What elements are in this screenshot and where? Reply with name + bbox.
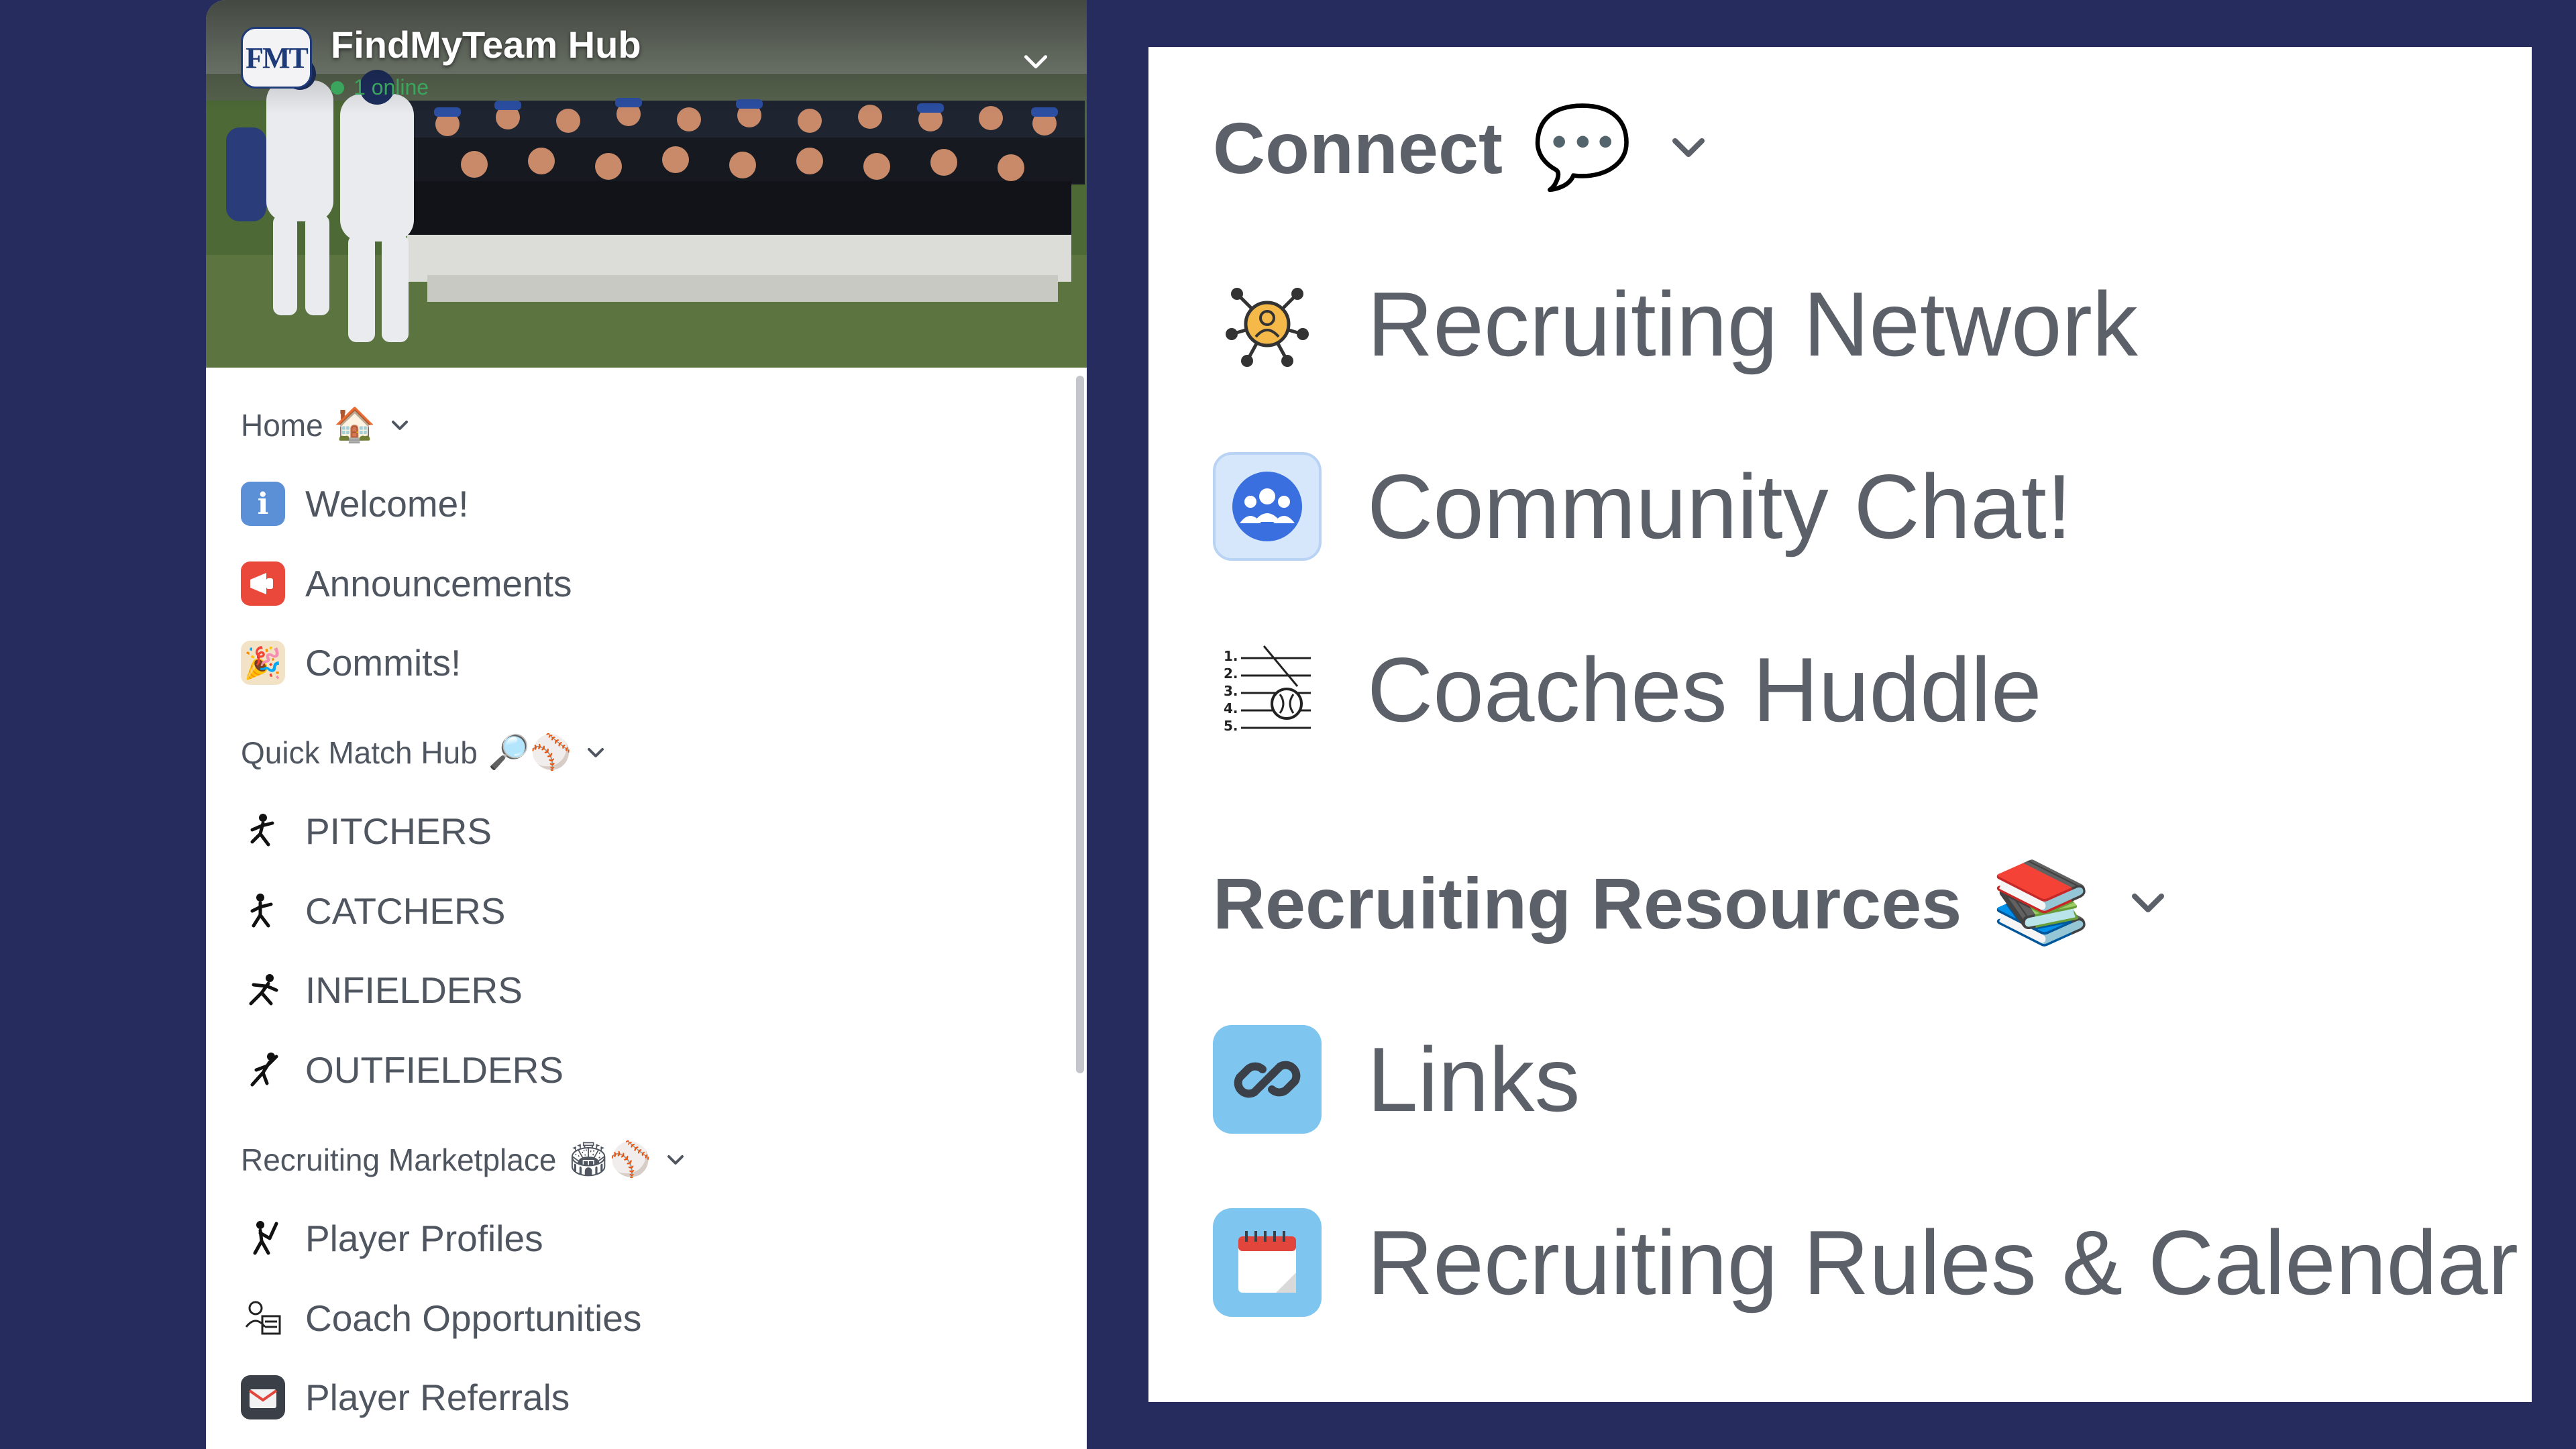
outfielder-icon — [241, 1048, 285, 1092]
channel-player-profiles[interactable]: Player Profiles — [241, 1216, 543, 1260]
channel-recruiting-rules-calendar[interactable]: Recruiting Rules & Calendar — [1213, 1208, 2518, 1317]
chevron-down-icon — [2131, 894, 2164, 912]
category-label: Connect — [1213, 107, 1503, 189]
community-chat-icon — [1213, 452, 1322, 561]
channel-coaches-huddle[interactable]: 1. 2. 3. 4. 5. Coaches Huddle — [1213, 635, 2042, 744]
channel-recruiting-network[interactable]: Recruiting Network — [1213, 270, 2138, 378]
magnifier-baseball-icon: 🔎⚾ — [488, 733, 572, 771]
party-icon: 🎉 — [241, 641, 285, 685]
channel-label: Player Referrals — [305, 1377, 570, 1418]
channel-coach-opportunities[interactable]: Coach Opportunities — [241, 1296, 641, 1340]
channel-label: INFIELDERS — [305, 969, 523, 1011]
category-label: Quick Match Hub — [241, 735, 478, 770]
channel-welcome[interactable]: i Welcome! — [241, 482, 469, 526]
channel-label: Coaches Huddle — [1367, 639, 2042, 741]
channel-label: Coach Opportunities — [305, 1297, 642, 1339]
channel-community-chat[interactable]: Community Chat! — [1213, 452, 2072, 561]
online-text: 1 online — [354, 75, 429, 99]
channel-label: Recruiting Network — [1367, 273, 2138, 375]
channel-links[interactable]: Links — [1213, 1025, 1580, 1134]
chevron-down-icon — [588, 747, 604, 757]
chevron-down-icon — [667, 1155, 684, 1165]
speech-bubble-icon: 💬 — [1532, 102, 1633, 192]
online-dot-icon — [331, 80, 344, 95]
channel-outfielders[interactable]: OUTFIELDERS — [241, 1048, 564, 1092]
catcher-icon — [241, 889, 285, 933]
svg-text:3.: 3. — [1224, 683, 1238, 699]
channel-label: CATCHERS — [305, 890, 506, 932]
mail-icon — [241, 1375, 285, 1419]
channel-announcements[interactable]: Announcements — [241, 561, 572, 606]
svg-text:4.: 4. — [1224, 700, 1238, 716]
server-logo-text: FMT — [246, 41, 309, 74]
books-icon: 📚 — [1991, 857, 2092, 947]
category-connect[interactable]: Connect 💬 — [1213, 101, 1715, 195]
playbook-icon: 1. 2. 3. 4. 5. — [1213, 635, 1322, 744]
channel-pitchers[interactable]: PITCHERS — [241, 809, 492, 853]
infielder-icon — [241, 968, 285, 1012]
channel-label: PITCHERS — [305, 810, 492, 852]
channel-label: Recruiting Rules & Calendar — [1367, 1212, 2518, 1313]
pitcher-icon — [241, 809, 285, 853]
channel-label: Community Chat! — [1367, 455, 2072, 557]
channel-label: OUTFIELDERS — [305, 1049, 564, 1091]
category-recruiting-resources[interactable]: Recruiting Resources 📚 — [1213, 856, 2175, 950]
info-icon: i — [241, 482, 285, 526]
channel-commits[interactable]: 🎉 Commits! — [241, 641, 461, 685]
megaphone-icon — [241, 561, 285, 606]
batter-icon — [241, 1216, 285, 1260]
server-name[interactable]: FindMyTeam Hub — [331, 23, 641, 66]
channel-label: Announcements — [305, 563, 572, 604]
coach-icon — [241, 1296, 285, 1340]
channel-catchers[interactable]: CATCHERS — [241, 889, 505, 933]
chevron-down-icon — [1672, 138, 1705, 157]
channel-sidebar: FMT FindMyTeam Hub 1 online Home 🏠 i Wel… — [206, 0, 1087, 1449]
category-quick-match-hub[interactable]: Quick Match Hub 🔎⚾ — [241, 733, 609, 772]
svg-text:1.: 1. — [1224, 648, 1238, 664]
channel-label: Links — [1367, 1028, 1580, 1130]
svg-text:5.: 5. — [1224, 718, 1238, 734]
link-icon — [1213, 1025, 1322, 1134]
house-icon: 🏠 — [333, 406, 376, 443]
server-banner[interactable]: FMT FindMyTeam Hub 1 online — [206, 0, 1087, 368]
chevron-down-icon[interactable] — [1019, 44, 1053, 78]
channel-infielders[interactable]: INFIELDERS — [241, 968, 523, 1012]
stadium-baseball-icon: 🏟⚾ — [567, 1140, 652, 1178]
channel-label: Player Profiles — [305, 1218, 543, 1259]
category-label: Recruiting Resources — [1213, 862, 1962, 944]
channel-player-referrals[interactable]: Player Referrals — [241, 1375, 570, 1419]
channel-label: Welcome! — [305, 483, 469, 525]
zoomed-channel-panel: Connect 💬 Recruiting Network Community C… — [1148, 47, 2532, 1402]
category-home[interactable]: Home 🏠 — [241, 405, 413, 445]
chevron-down-icon — [391, 420, 408, 430]
category-label: Recruiting Marketplace — [241, 1142, 557, 1177]
category-label: Home — [241, 407, 323, 443]
server-logo: FMT — [241, 27, 312, 89]
svg-text:2.: 2. — [1224, 665, 1238, 682]
online-status: 1 online — [331, 75, 429, 100]
channel-label: Commits! — [305, 642, 462, 684]
calendar-icon — [1213, 1208, 1322, 1317]
network-icon — [1213, 270, 1322, 378]
scrollbar[interactable] — [1076, 376, 1084, 1073]
category-recruiting-marketplace[interactable]: Recruiting Marketplace 🏟⚾ — [241, 1140, 689, 1179]
